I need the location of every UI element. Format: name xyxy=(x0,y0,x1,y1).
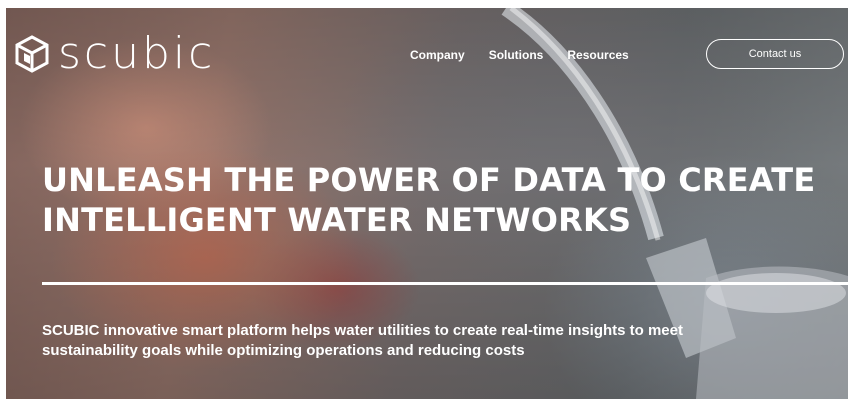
nav-item-resources[interactable]: Resources xyxy=(567,48,628,62)
hero-subtext-line-1: SCUBIC innovative smart platform helps w… xyxy=(42,322,683,339)
nav-item-company[interactable]: Company xyxy=(410,48,465,62)
hero-headline-line-2: INTELLIGENT WATER NETWORKS xyxy=(42,201,632,239)
hero-subtext-line-2: sustainability goals while optimizing op… xyxy=(42,342,525,359)
hero-subtext: SCUBIC innovative smart platform helps w… xyxy=(42,321,848,361)
hero-divider xyxy=(42,282,848,285)
brand-name: scubic xyxy=(58,28,216,79)
hero-headline-line-1: UNLEASH THE POWER OF DATA TO CREATE xyxy=(42,161,816,199)
cube-icon xyxy=(15,35,49,73)
hero-section: scubic Company Solutions Resources Conta… xyxy=(6,8,848,399)
nav-item-solutions[interactable]: Solutions xyxy=(489,48,544,62)
contact-us-button[interactable]: Contact us xyxy=(706,39,844,69)
main-nav: Company Solutions Resources xyxy=(410,48,629,62)
hero-headline: UNLEASH THE POWER OF DATA TO CREATE INTE… xyxy=(42,160,848,240)
brand-logo[interactable]: scubic xyxy=(12,32,215,76)
